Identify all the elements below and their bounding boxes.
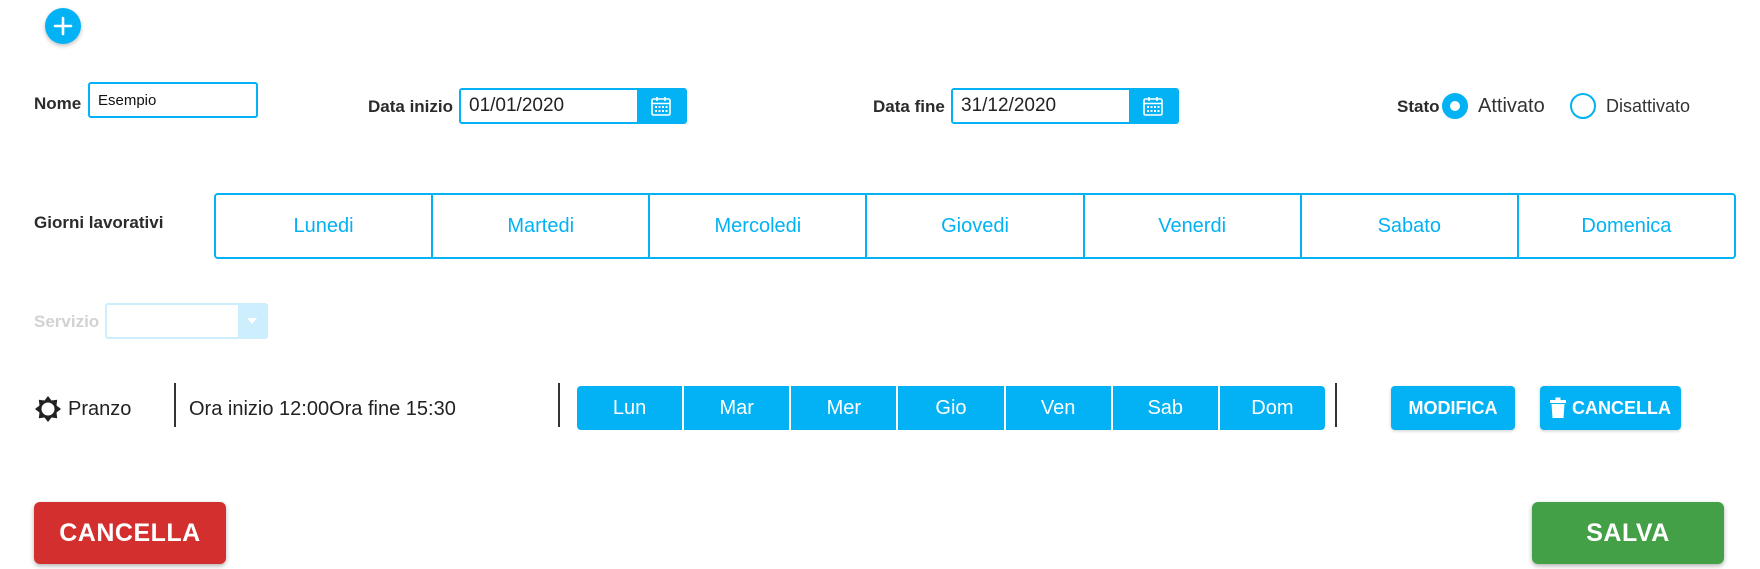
cancella-service-label: CANCELLA bbox=[1572, 397, 1671, 418]
plus-icon bbox=[53, 16, 73, 36]
service-name: Pranzo bbox=[68, 398, 132, 420]
stato-attivato-radio[interactable]: Attivato bbox=[1442, 93, 1545, 119]
radio-checked-icon bbox=[1442, 93, 1468, 119]
data-inizio-calendar-button[interactable] bbox=[637, 90, 685, 122]
data-fine-field bbox=[951, 88, 1179, 124]
calendar-icon bbox=[651, 97, 671, 116]
cancella-service-button[interactable]: CANCELLA bbox=[1540, 386, 1681, 430]
service-day-lun[interactable]: Lun bbox=[577, 386, 685, 430]
giorni-label: Giorni lavorativi bbox=[34, 213, 164, 232]
day-toggle-lunedi[interactable]: Lunedi bbox=[216, 195, 434, 257]
service-day-sab[interactable]: Sab bbox=[1113, 386, 1220, 430]
day-toggle-mercoledi[interactable]: Mercoledi bbox=[650, 195, 868, 257]
modifica-label: MODIFICA bbox=[1408, 397, 1498, 418]
service-day-dom[interactable]: Dom bbox=[1220, 386, 1325, 430]
schedule-form: Nome Data inizio Data fine bbox=[0, 0, 1760, 569]
radio-unchecked-icon bbox=[1570, 93, 1596, 119]
stato-disattivato-label: Disattivato bbox=[1606, 95, 1691, 116]
service-day-ven[interactable]: Ven bbox=[1006, 386, 1113, 430]
service-day-mer[interactable]: Mer bbox=[791, 386, 899, 430]
data-inizio-input[interactable] bbox=[461, 90, 637, 122]
divider bbox=[1335, 383, 1337, 427]
data-inizio-label: Data inizio bbox=[368, 97, 454, 116]
divider bbox=[558, 383, 560, 427]
cancel-button[interactable]: CANCELLA bbox=[34, 502, 226, 564]
nome-input[interactable] bbox=[88, 82, 258, 118]
data-fine-calendar-button[interactable] bbox=[1129, 90, 1177, 122]
day-toggle-venerdi[interactable]: Venerdi bbox=[1084, 195, 1302, 257]
stato-disattivato-radio[interactable]: Disattivato bbox=[1570, 93, 1690, 119]
stato-attivato-label: Attivato bbox=[1478, 94, 1545, 117]
service-day-mar[interactable]: Mar bbox=[684, 386, 792, 430]
service-day-gio[interactable]: Gio bbox=[898, 386, 1006, 430]
chevron-down-icon bbox=[238, 305, 266, 337]
day-toggle-domenica[interactable]: Domenica bbox=[1518, 195, 1734, 257]
trash-icon bbox=[1550, 397, 1566, 418]
nome-label: Nome bbox=[34, 94, 82, 113]
day-toggle-sabato[interactable]: Sabato bbox=[1301, 195, 1519, 257]
day-toggle-martedi[interactable]: Martedi bbox=[433, 195, 651, 257]
data-fine-input[interactable] bbox=[953, 90, 1129, 122]
day-toggle-giovedi[interactable]: Giovedi bbox=[867, 195, 1085, 257]
save-label: SALVA bbox=[1586, 518, 1670, 547]
stato-label: Stato bbox=[1397, 97, 1440, 116]
data-inizio-field bbox=[459, 88, 687, 124]
add-button[interactable] bbox=[45, 8, 81, 44]
servizio-label: Servizio bbox=[34, 312, 100, 331]
cancel-label: CANCELLA bbox=[59, 518, 201, 547]
servizio-select[interactable] bbox=[105, 303, 268, 339]
service-days: Lun Mar Mer Gio Ven Sab Dom bbox=[577, 386, 1325, 430]
save-button[interactable]: SALVA bbox=[1532, 502, 1724, 564]
modifica-button[interactable]: MODIFICA bbox=[1391, 386, 1515, 430]
service-time: Ora inizio 12:00Ora fine 15:30 bbox=[189, 398, 456, 420]
gear-icon bbox=[34, 395, 62, 428]
data-fine-label: Data fine bbox=[873, 97, 945, 116]
calendar-icon bbox=[1143, 97, 1163, 116]
working-days-selector: Lunedi Martedi Mercoledi Giovedi Venerdi… bbox=[214, 193, 1736, 259]
servizio-value bbox=[107, 305, 238, 337]
divider bbox=[174, 383, 176, 427]
